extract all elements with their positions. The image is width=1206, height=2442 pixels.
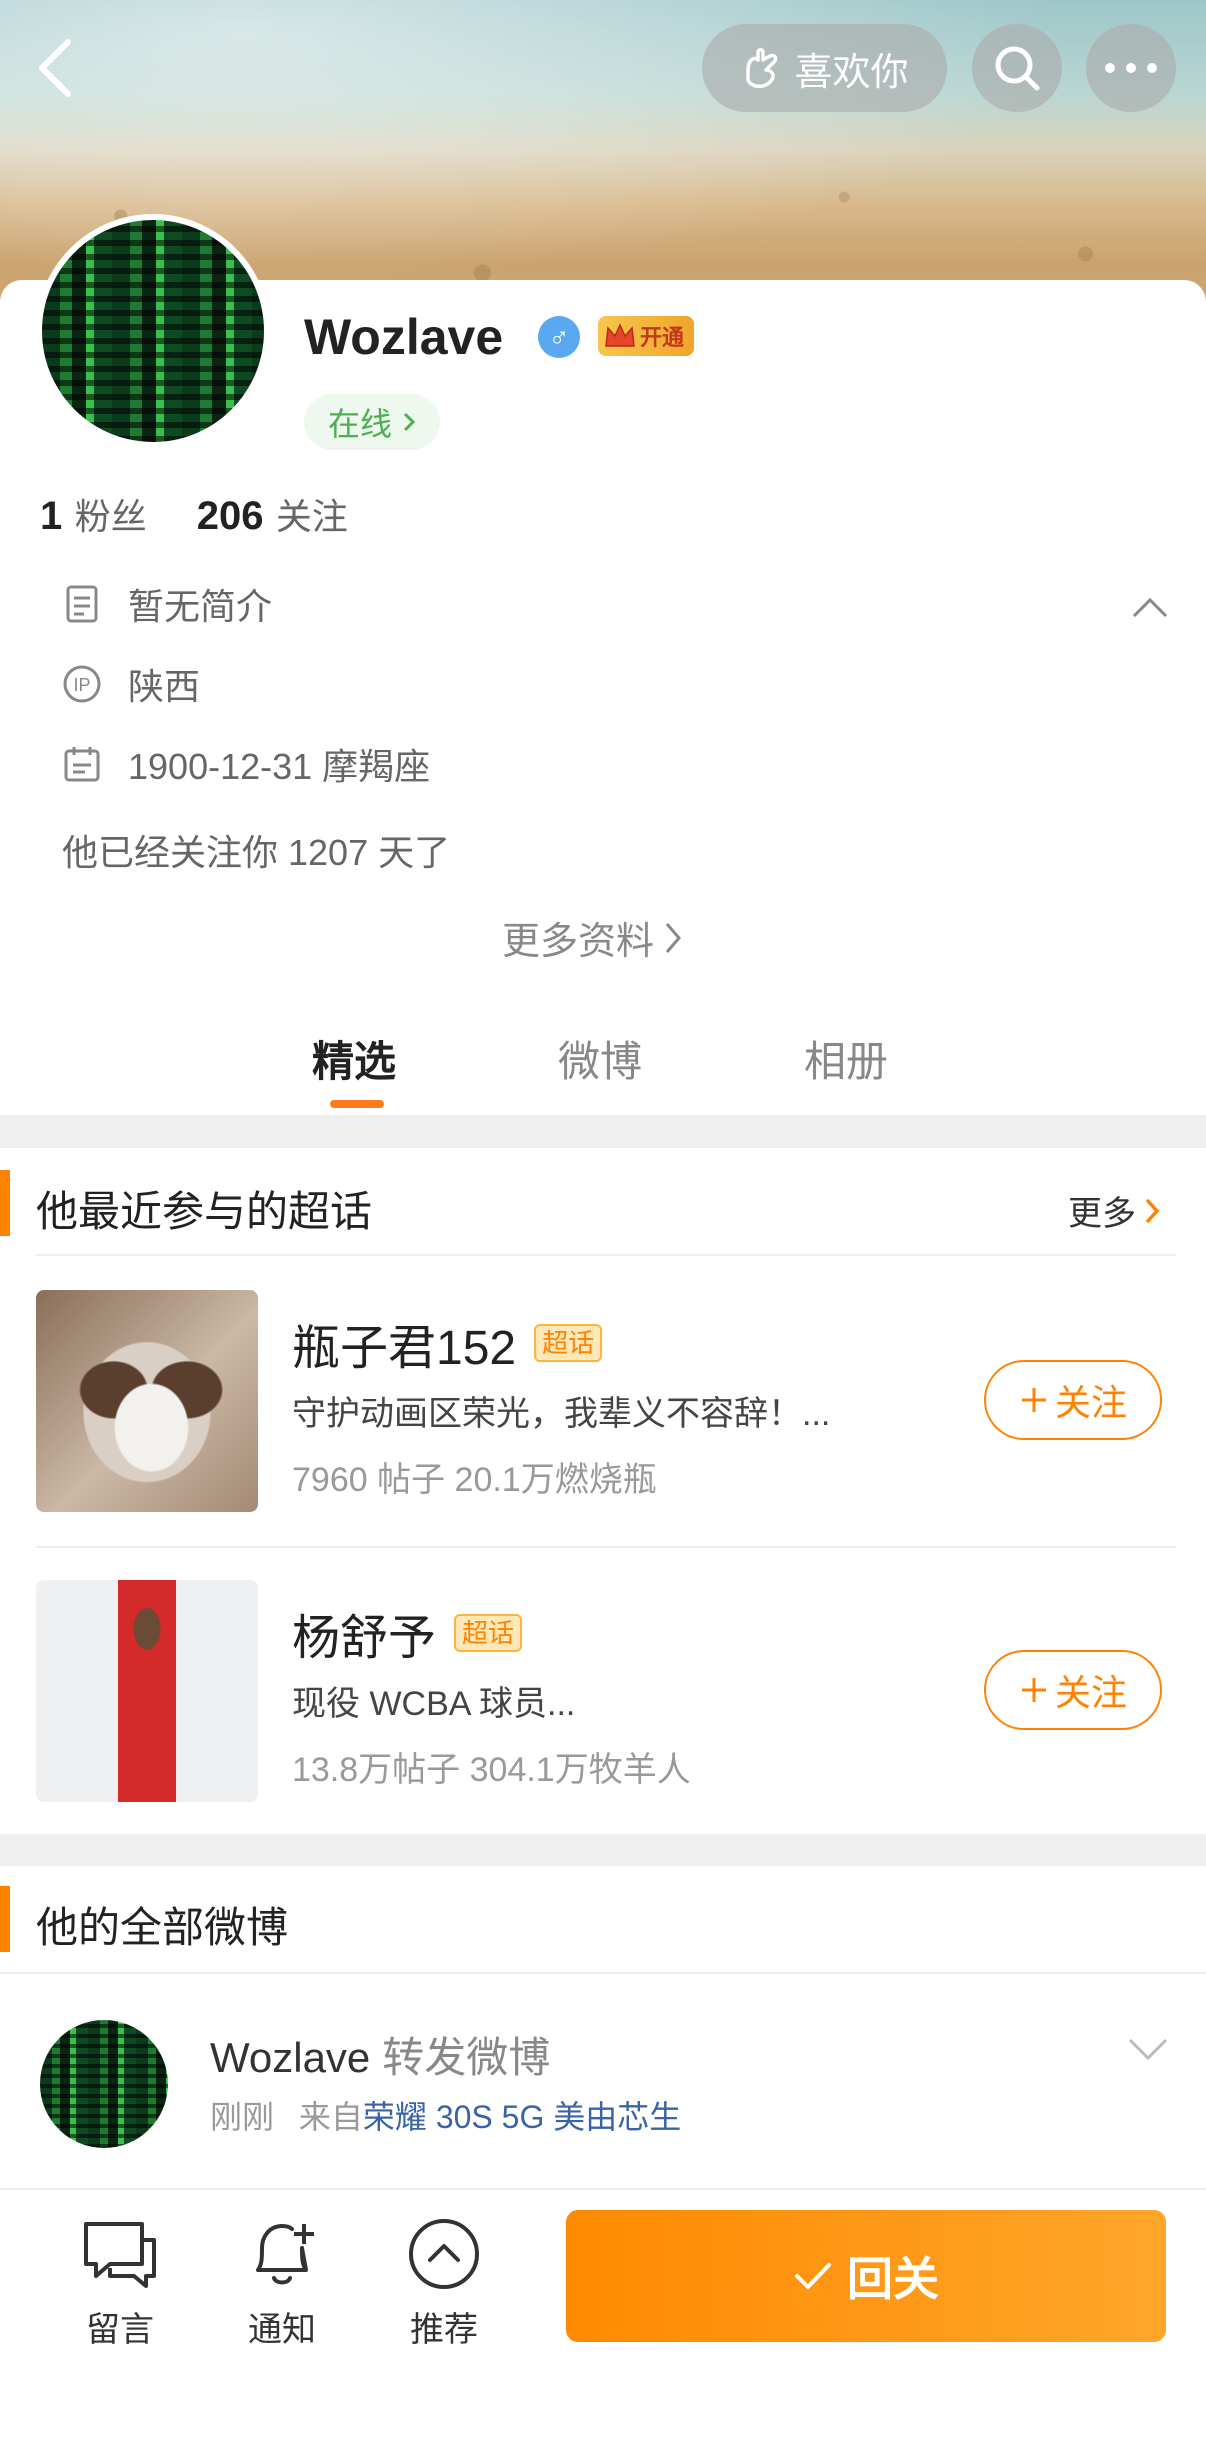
search-button[interactable] — [972, 24, 1062, 112]
followers-stat[interactable]: 1 粉丝 — [40, 488, 147, 540]
plus-icon — [1021, 1388, 1046, 1412]
ip-location-text: 陕西 — [128, 666, 201, 707]
calendar-icon — [62, 744, 102, 784]
avatar[interactable] — [36, 214, 270, 448]
section-title: 他的全部微博 — [36, 1904, 289, 1951]
back-arrow-icon — [39, 39, 71, 97]
post-meta: 刚刚 来自荣耀 30S 5G 美由芯生 — [210, 2092, 681, 2138]
topic-name: 杨舒予 — [292, 1612, 437, 1665]
message-label: 留言 — [86, 2311, 154, 2349]
more-info-label: 更多资料 — [502, 921, 655, 963]
birthday-row: 1900-12-31 摩羯座 — [62, 738, 430, 790]
followers-count: 1 — [40, 494, 63, 538]
like-you-button[interactable]: 喜欢你 — [702, 24, 947, 112]
post-action: 转发微博 — [382, 2034, 551, 2081]
post-source[interactable]: 荣耀 30S 5G 美由芯生 — [363, 2099, 681, 2135]
chevron-down-icon[interactable] — [1126, 2034, 1170, 2064]
follow-label: 关注 — [1054, 1672, 1127, 1713]
document-icon — [62, 584, 102, 624]
post-username: Wozlave — [210, 2034, 371, 2081]
divider — [36, 1254, 1176, 1256]
follow-topic-button[interactable]: 关注 — [984, 1360, 1162, 1440]
online-label: 在线 — [328, 406, 393, 442]
search-icon — [995, 46, 1040, 91]
bottom-action-bar: 留言 通知 推荐 回关 — [0, 2188, 1206, 2442]
chevron-up-circle-icon — [404, 2214, 484, 2294]
more-info-link[interactable]: 更多资料 — [502, 910, 682, 965]
more-topics-link[interactable]: 更多 — [1068, 1186, 1160, 1235]
back-button[interactable] — [30, 36, 80, 100]
vip-open-badge[interactable]: 开通 — [598, 316, 695, 356]
topic-title[interactable]: 杨舒予 超话 — [292, 1598, 523, 1668]
profile-tabs: 精选 微博 相册 — [0, 1010, 1206, 1110]
message-button[interactable]: 留言 — [60, 2214, 180, 2351]
super-topic-badge: 超话 — [454, 1614, 523, 1652]
notify-label: 通知 — [248, 2311, 316, 2349]
post-header[interactable]: Wozlave 转发微博 — [210, 2024, 550, 2085]
follow-days-text: 他已经关注你 1207 天了 — [62, 832, 451, 873]
topic-title[interactable]: 瓶子君152 超话 — [292, 1308, 603, 1378]
like-you-label: 喜欢你 — [794, 51, 909, 94]
active-tab-indicator — [330, 1100, 384, 1108]
bell-add-icon — [242, 2214, 322, 2294]
checkmark-icon — [795, 2263, 831, 2289]
chevron-right-icon — [665, 922, 681, 953]
tab-featured[interactable]: 精选 — [312, 1028, 396, 1089]
section-accent-bar — [0, 1170, 10, 1236]
tab-weibo[interactable]: 微博 — [558, 1028, 642, 1089]
hand-heart-icon — [746, 48, 778, 88]
topic-description: 守护动画区荣光，我辈义不容辞！... — [292, 1395, 831, 1433]
more-options-button[interactable] — [1086, 24, 1176, 112]
crown-icon — [605, 323, 635, 347]
following-label: 关注 — [275, 496, 348, 537]
following-count: 206 — [196, 494, 264, 538]
bio-row: 暂无简介 — [62, 578, 272, 630]
topic-name: 瓶子君152 — [292, 1322, 517, 1375]
plus-icon — [1021, 1678, 1046, 1702]
followers-label: 粉丝 — [74, 496, 147, 537]
svg-text:IP: IP — [73, 675, 90, 695]
all-weibo-section: 他的全部微博 Wozlave 转发微博 刚刚 来自荣耀 30S 5G 美由芯生 — [0, 1866, 1206, 2188]
more-dots-icon — [1105, 63, 1157, 73]
follow-back-button[interactable]: 回关 — [566, 2210, 1166, 2342]
follow-topic-button[interactable]: 关注 — [984, 1650, 1162, 1730]
vip-open-label: 开通 — [640, 325, 685, 350]
section-accent-bar — [0, 1886, 10, 1952]
post-time: 刚刚 — [210, 2099, 275, 2135]
topic-thumbnail[interactable] — [36, 1290, 258, 1512]
notify-button[interactable]: 通知 — [222, 2214, 342, 2351]
chevron-right-icon — [1145, 1198, 1160, 1223]
topic-description: 现役 WCBA 球员... — [292, 1685, 576, 1723]
follow-label: 关注 — [1054, 1382, 1127, 1423]
online-status[interactable]: 在线 — [304, 394, 441, 450]
topic-thumbnail[interactable] — [36, 1580, 258, 1802]
post-avatar[interactable] — [40, 2020, 168, 2148]
recommend-button[interactable]: 推荐 — [384, 2214, 504, 2351]
chevron-right-icon — [403, 412, 416, 432]
bio-text: 暂无简介 — [128, 586, 273, 627]
more-topics-label: 更多 — [1068, 1195, 1136, 1233]
birthday-text: 1900-12-31 摩羯座 — [128, 746, 431, 787]
chevron-up-icon[interactable] — [1130, 592, 1170, 622]
chat-bubble-icon — [80, 2214, 160, 2294]
following-stat[interactable]: 206 关注 — [197, 488, 348, 540]
follow-back-label: 回关 — [847, 2253, 939, 2305]
follow-stats: 1 粉丝 206 关注 — [40, 488, 348, 540]
username: Wozlave — [304, 309, 504, 365]
tab-album[interactable]: 相册 — [804, 1028, 888, 1089]
ip-row: IP 陕西 — [62, 658, 200, 710]
super-topics-section: 他最近参与的超话 更多 瓶子君152 超话 守护动画区荣光，我辈义不容辞！...… — [0, 1148, 1206, 1834]
topic-stats: 7960 帖子 20.1万燃烧瓶 — [292, 1461, 657, 1499]
post-from-label: 来自 — [298, 2099, 363, 2135]
divider — [36, 1546, 1176, 1548]
super-topic-badge: 超话 — [534, 1324, 603, 1362]
divider — [0, 1972, 1206, 1974]
male-gender-icon: ♂ — [538, 316, 580, 358]
ip-location-icon: IP — [62, 664, 102, 704]
topic-stats: 13.8万帖子 304.1万牧羊人 — [292, 1751, 691, 1789]
section-title: 他最近参与的超话 — [36, 1188, 373, 1235]
recommend-label: 推荐 — [410, 2311, 478, 2349]
